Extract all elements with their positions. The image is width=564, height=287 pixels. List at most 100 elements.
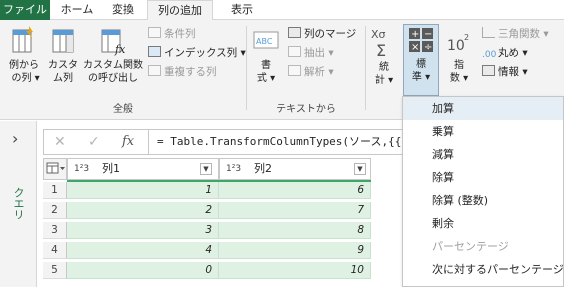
- column-1-label: 列1: [102, 162, 120, 175]
- table-cell[interactable]: 10: [219, 262, 371, 279]
- format-icon: ABC: [253, 31, 279, 49]
- invoke-custom-function-button[interactable]: fx カスタム関数 の呼び出し: [82, 26, 144, 85]
- row-number[interactable]: 4: [43, 242, 67, 259]
- table-menu-button[interactable]: [43, 158, 67, 180]
- tab-home[interactable]: ホーム: [58, 0, 96, 20]
- queries-pane: › クエリ: [0, 121, 37, 287]
- custom-column-button[interactable]: カスタ ム列: [46, 26, 80, 85]
- format-button[interactable]: ABC 書 式 ▾: [250, 26, 282, 85]
- svg-text:10: 10: [447, 38, 465, 54]
- tab-view[interactable]: 表示: [224, 0, 260, 20]
- menu-item-integer-divide[interactable]: 除算 (整数): [403, 189, 563, 212]
- menu-item-modulo[interactable]: 剰余: [403, 212, 563, 235]
- expand-queries-icon[interactable]: ›: [12, 129, 18, 148]
- index-column-label: インデックス列 ▾: [164, 47, 246, 59]
- number-type-icon[interactable]: 1²3: [226, 159, 241, 179]
- menu-item-percent-of[interactable]: 次に対するパーセンテージ: [403, 258, 564, 281]
- duplicate-column-label: 重複する列: [164, 66, 217, 78]
- power-icon: 10 2: [447, 33, 469, 54]
- insert-function-icon[interactable]: fx: [122, 134, 134, 149]
- statistics-button[interactable]: Xσ Σ 統 計 ▾: [368, 26, 400, 87]
- extract-icon: [288, 46, 301, 57]
- extract-label: 抽出 ▾: [304, 47, 334, 59]
- merge-columns-label: 列のマージ: [304, 28, 357, 40]
- information-button[interactable]: 情報 ▾: [482, 63, 528, 81]
- invoke-custom-function-label: カスタム関数 の呼び出し: [83, 60, 143, 84]
- menu-item-divide[interactable]: 除算: [403, 166, 563, 189]
- parse-button[interactable]: 解析 ▾: [288, 63, 334, 81]
- extract-button[interactable]: 抽出 ▾: [288, 44, 334, 62]
- menu-item-subtract[interactable]: 減算: [403, 143, 563, 166]
- table-cell[interactable]: 9: [219, 242, 371, 259]
- number-type-icon[interactable]: 1²3: [74, 159, 89, 179]
- row-number[interactable]: 1: [43, 182, 67, 199]
- standard-button[interactable]: + − × ÷ 標 準 ▾: [403, 24, 439, 96]
- rounding-button[interactable]: .00 丸め ▾: [482, 44, 528, 62]
- information-icon: [482, 65, 495, 76]
- duplicate-column-button[interactable]: 重複する列: [148, 63, 217, 81]
- row-number[interactable]: 2: [43, 202, 67, 219]
- custom-column-label: カスタ ム列: [48, 60, 78, 84]
- statistics-icon: Xσ Σ: [371, 28, 386, 58]
- conditional-column-label: 条件列: [164, 28, 196, 40]
- arithmetic-operators-icon: + − × ÷: [409, 28, 433, 53]
- svg-text:ABC: ABC: [256, 37, 273, 46]
- formula-input[interactable]: = Table.TransformColumnTypes(ソース,{{"列: [149, 129, 404, 155]
- tab-transform[interactable]: 変換: [107, 0, 139, 20]
- column-2-filter-icon[interactable]: ▼: [354, 163, 366, 175]
- commit-icon[interactable]: ✓: [88, 134, 100, 150]
- ribbon-tab-bar: ファイル ホーム 変換 列の追加 表示: [0, 0, 564, 21]
- merge-columns-button[interactable]: 列のマージ: [288, 25, 356, 43]
- cancel-icon[interactable]: ✕: [54, 134, 66, 150]
- column-from-examples-button[interactable]: 例から の列 ▾: [6, 26, 42, 85]
- standard-label: 標 準 ▾: [411, 59, 431, 83]
- scientific-button[interactable]: 10 2 指 数 ▾: [443, 26, 475, 85]
- trigonometry-button[interactable]: 三角関数 ▾: [482, 25, 549, 43]
- table-cell[interactable]: 4: [67, 242, 219, 259]
- menu-item-add[interactable]: 加算: [403, 97, 563, 120]
- tab-add-column[interactable]: 列の追加: [147, 0, 213, 21]
- tab-file[interactable]: ファイル: [0, 0, 50, 20]
- column-header-2[interactable]: 1²3 列2 ▼: [219, 158, 371, 180]
- table-cell[interactable]: 1: [67, 182, 219, 199]
- merge-columns-icon: [288, 27, 301, 38]
- column-from-examples-icon: [12, 26, 33, 53]
- table-cell[interactable]: 0: [67, 262, 219, 279]
- group-label-text: テキストから: [276, 104, 336, 115]
- statistics-label: 統 計 ▾: [374, 62, 394, 86]
- data-grid: 1²3 列1 ▼ 1²3 列2 ▼ 1 1 6 2 2 7 3 3 8 4 4 …: [43, 158, 371, 282]
- column-2-label: 列2: [254, 162, 272, 175]
- trigonometry-icon: [482, 27, 495, 38]
- menu-item-percentage[interactable]: パーセンテージ: [403, 235, 563, 258]
- row-number[interactable]: 5: [43, 262, 67, 279]
- invoke-function-icon: fx: [101, 29, 126, 56]
- information-label: 情報 ▾: [498, 66, 528, 78]
- index-column-button[interactable]: インデックス列 ▾: [148, 44, 246, 62]
- formula-bar-controls: ✕ ✓ fx: [43, 129, 149, 155]
- conditional-column-button[interactable]: 条件列: [148, 25, 196, 43]
- menu-item-multiply[interactable]: 乗算: [403, 120, 563, 143]
- table-cell[interactable]: 3: [67, 222, 219, 239]
- table-cell[interactable]: 7: [219, 202, 371, 219]
- table-icon: [46, 162, 65, 174]
- svg-text:fx: fx: [114, 43, 126, 56]
- duplicate-column-icon: [148, 65, 161, 76]
- rounding-label: 丸め ▾: [498, 47, 528, 59]
- rounding-icon: .00: [482, 50, 497, 60]
- column-from-examples-label: 例から の列 ▾: [9, 60, 40, 84]
- svg-text:Σ: Σ: [376, 41, 386, 58]
- format-label: 書 式 ▾: [256, 60, 276, 84]
- column-1-filter-icon[interactable]: ▼: [200, 163, 212, 175]
- conditional-column-icon: [148, 27, 161, 38]
- row-number[interactable]: 3: [43, 222, 67, 239]
- svg-text:÷: ÷: [424, 42, 432, 53]
- queries-label[interactable]: クエリ: [10, 187, 26, 220]
- table-cell[interactable]: 6: [219, 182, 371, 199]
- table-cell[interactable]: 8: [219, 222, 371, 239]
- svg-text:+: +: [411, 29, 419, 40]
- table-cell[interactable]: 2: [67, 202, 219, 219]
- column-header-1[interactable]: 1²3 列1 ▼: [67, 158, 219, 180]
- group-separator: [365, 26, 366, 110]
- trigonometry-label: 三角関数 ▾: [498, 28, 549, 40]
- custom-column-icon: [52, 29, 74, 53]
